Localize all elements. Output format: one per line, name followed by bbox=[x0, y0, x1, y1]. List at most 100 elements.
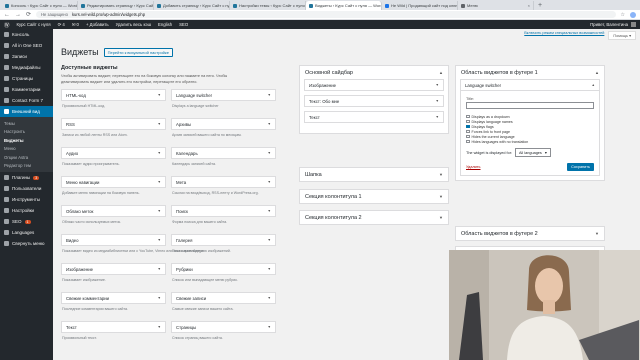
available-widget[interactable]: Облако меток ▼ Облако часто используемых м… bbox=[61, 205, 166, 224]
delete-link[interactable]: Удалить bbox=[466, 165, 481, 169]
caret-down-icon[interactable]: ▼ bbox=[268, 151, 271, 155]
sidebar-item[interactable]: Консоль bbox=[0, 29, 53, 40]
caret-down-icon[interactable]: ▼ bbox=[595, 231, 599, 236]
widget-title-bar[interactable]: RSS ▼ bbox=[61, 118, 166, 130]
sidebar-item[interactable]: Свернуть меню bbox=[0, 238, 53, 249]
sidebar-area-header[interactable]: Шапка ▼ bbox=[300, 168, 448, 181]
available-widget[interactable]: HTML-код ▼ Произвольный HTML-код. bbox=[61, 89, 166, 108]
reload-icon[interactable]: ⟳ bbox=[26, 11, 31, 18]
widget-title-bar[interactable]: Аудио ▼ bbox=[61, 147, 166, 159]
sidebar-item[interactable]: Пользователи bbox=[0, 183, 53, 194]
available-widget[interactable]: Language switcher ▼ Displays a language sw… bbox=[171, 89, 276, 108]
submenu-item[interactable]: Опции Astra bbox=[0, 153, 53, 162]
available-widget[interactable]: Архивы ▼ Архив записей вашего сайта по мес… bbox=[171, 118, 276, 137]
title-input[interactable] bbox=[466, 102, 594, 109]
comments-link[interactable]: ✉ 0 bbox=[72, 22, 79, 28]
caret-down-icon[interactable]: ▼ bbox=[268, 93, 271, 97]
back-icon[interactable]: ← bbox=[4, 12, 10, 18]
caret-down-icon[interactable]: ▼ bbox=[158, 151, 161, 155]
sidebar-item[interactable]: Languages bbox=[0, 227, 53, 238]
updates-link[interactable]: ⟳ 4 bbox=[58, 22, 65, 28]
sidebar-area-header[interactable]: Секция колонтитула 2 ▼ bbox=[300, 211, 448, 224]
widget-title-bar[interactable]: Меню навигации ▼ bbox=[61, 176, 166, 188]
submenu-item[interactable]: Редактор тем bbox=[0, 162, 53, 171]
caret-down-icon[interactable]: ▼ bbox=[268, 296, 271, 300]
sidebar-area-header[interactable]: Область виджетов в футере 2 ▼ bbox=[456, 227, 604, 240]
widget-title-bar[interactable]: Language switcher ▼ bbox=[171, 89, 276, 101]
available-widget[interactable]: Изображение ▼ Показывает изображение. bbox=[61, 263, 166, 282]
language-link[interactable]: English bbox=[158, 22, 172, 27]
submenu-item[interactable]: Виджеты bbox=[0, 136, 53, 145]
accessibility-mode-link[interactable]: Включить режим специальных возможностей bbox=[524, 31, 604, 40]
seo-link[interactable]: SEO bbox=[179, 22, 188, 27]
sidebar-item[interactable]: Contact Form 7 bbox=[0, 95, 53, 106]
available-widget[interactable]: Аудио ▼ Показывает аудио проигрыватель. bbox=[61, 147, 166, 166]
sidebar-item[interactable]: Инструменты bbox=[0, 194, 53, 205]
available-widget[interactable]: Видео ▼ Показывает видео из медиабиблиотек… bbox=[61, 234, 205, 253]
available-widget[interactable]: Свежие записи ▼ Самые свежие записи вашего… bbox=[171, 292, 276, 311]
checkbox[interactable] bbox=[466, 129, 470, 134]
available-widget[interactable]: Свежие комментарии ▼ Последние комментарии… bbox=[61, 292, 166, 311]
sidebar-item[interactable]: Внешний вид bbox=[0, 106, 53, 117]
caret-down-icon[interactable]: ▼ bbox=[268, 180, 271, 184]
sidebar-item[interactable]: SEO 1 bbox=[0, 216, 53, 227]
placed-widget[interactable]: Текст: Обо мне ▼ bbox=[304, 95, 444, 107]
caret-down-icon[interactable]: ▼ bbox=[436, 99, 439, 103]
caret-down-icon[interactable]: ▼ bbox=[158, 209, 161, 213]
available-widget[interactable]: Галерея ▼ Показывает галерею изображений. bbox=[171, 234, 276, 253]
browser-tab[interactable]: Виджеты ‹ Курс Сайт с нуля — WordPress× bbox=[306, 1, 382, 10]
browser-tab[interactable]: Редактировать страницу ‹ Курс Сайт× bbox=[78, 1, 154, 10]
new-tab-icon[interactable]: + bbox=[534, 2, 546, 9]
caret-down-icon[interactable]: ▼ bbox=[268, 325, 271, 329]
submenu-item[interactable]: Темы bbox=[0, 119, 53, 128]
available-widget[interactable]: Мета ▼ Ссылки на вход/выход, RSS-ленту и W… bbox=[171, 176, 276, 195]
caret-down-icon[interactable]: ▼ bbox=[439, 172, 443, 177]
clear-cache-link[interactable]: Удалить весь кэш bbox=[116, 22, 151, 27]
bookmark-star-icon[interactable]: ☆ bbox=[621, 12, 625, 18]
address-bar[interactable]: Не защищено kurs.vel-wild.pro/wp-admin/w… bbox=[36, 11, 616, 18]
placed-widget[interactable]: Текст ▼ bbox=[304, 111, 444, 123]
profile-avatar[interactable] bbox=[630, 11, 636, 18]
forward-icon[interactable]: → bbox=[15, 12, 21, 18]
caret-down-icon[interactable]: ▼ bbox=[439, 215, 443, 220]
available-widget[interactable]: Поиск ▼ Форма поиска для вашего сайта. bbox=[171, 205, 276, 224]
widget-title-bar[interactable]: Облако меток ▼ bbox=[61, 205, 166, 217]
widget-title-bar[interactable]: Видео ▼ bbox=[61, 234, 166, 246]
widget-title-bar[interactable]: Свежие записи ▼ bbox=[171, 292, 276, 304]
caret-up-icon[interactable]: ▲ bbox=[595, 70, 599, 75]
site-name-link[interactable]: Курс Сайт с нуля bbox=[17, 22, 51, 27]
sidebar-item[interactable]: All in One SEO bbox=[0, 40, 53, 51]
caret-up-icon[interactable]: ▲ bbox=[439, 70, 443, 75]
available-widget[interactable]: RSS ▼ Записи из любой ленты RSS или Atom. bbox=[61, 118, 166, 137]
wordpress-logo-icon[interactable]: Ⓦ bbox=[4, 21, 10, 29]
caret-down-icon[interactable]: ▼ bbox=[268, 238, 271, 242]
browser-tab[interactable]: Настройки темы ‹ Курс Сайт с нуля× bbox=[230, 1, 306, 10]
caret-down-icon[interactable]: ▼ bbox=[436, 115, 439, 119]
checkbox[interactable] bbox=[466, 139, 470, 144]
browser-tab[interactable]: Меню × bbox=[458, 1, 534, 10]
caret-down-icon[interactable]: ▼ bbox=[158, 93, 161, 97]
sidebar-area-header[interactable]: Область виджетов в футере 1 ▲ bbox=[456, 66, 604, 79]
browser-tab[interactable]: Консоль ‹ Курс Сайт с нуля — WordPress× bbox=[2, 1, 78, 10]
caret-down-icon[interactable]: ▼ bbox=[268, 122, 271, 126]
available-widget[interactable]: Календарь ▼ Календарь записей сайта. bbox=[171, 147, 276, 166]
widget-title-bar[interactable]: HTML-код ▼ bbox=[61, 89, 166, 101]
caret-down-icon[interactable]: ▼ bbox=[158, 325, 161, 329]
help-tab[interactable]: Помощь ▾ bbox=[608, 31, 636, 40]
widget-title-bar[interactable]: Поиск ▼ bbox=[171, 205, 276, 217]
sidebar-area-header[interactable]: Секция колонтитула 1 ▼ bbox=[300, 190, 448, 203]
checkbox[interactable] bbox=[466, 124, 470, 129]
checkbox[interactable] bbox=[466, 114, 470, 119]
tab-close-icon[interactable]: × bbox=[528, 3, 530, 8]
caret-down-icon[interactable]: ▼ bbox=[158, 122, 161, 126]
browser-tab[interactable]: Не Wild | Продающий сайт под ключ× bbox=[382, 1, 458, 10]
sidebar-item[interactable]: Настройки bbox=[0, 205, 53, 216]
widget-title-bar[interactable]: Мета ▼ bbox=[171, 176, 276, 188]
submenu-item[interactable]: Настроить bbox=[0, 128, 53, 137]
sidebar-item[interactable]: Медиафайлы bbox=[0, 62, 53, 73]
caret-down-icon[interactable]: ▼ bbox=[158, 238, 161, 242]
available-widget[interactable]: Страницы ▼ Список страниц вашего сайта. bbox=[171, 321, 276, 340]
sidebar-item[interactable]: Комментарии bbox=[0, 84, 53, 95]
caret-down-icon[interactable]: ▼ bbox=[268, 209, 271, 213]
widget-title-bar[interactable]: Свежие комментарии ▼ bbox=[61, 292, 166, 304]
